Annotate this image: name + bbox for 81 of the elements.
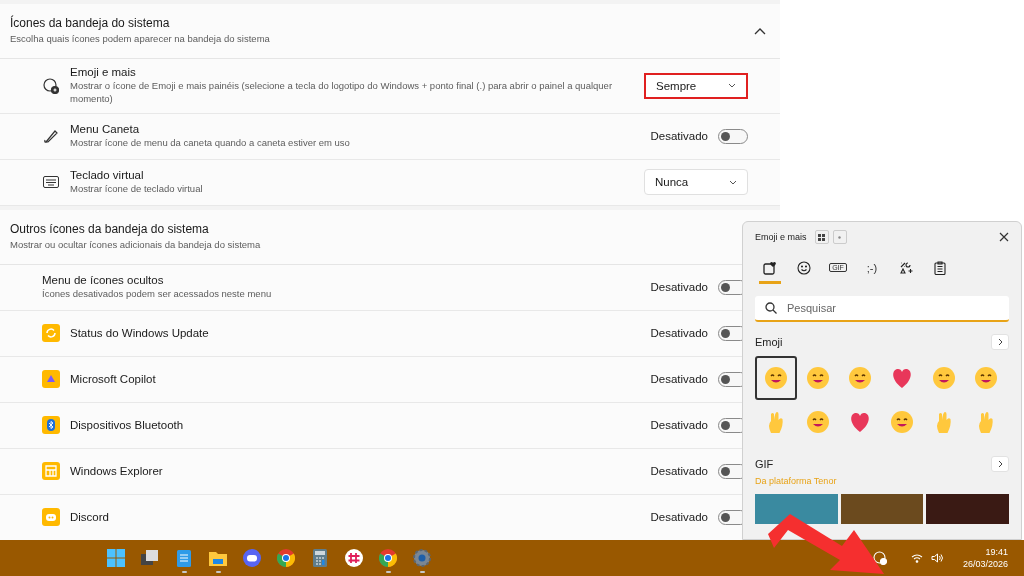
stacked-windows-icon[interactable] [141, 550, 159, 566]
browser-icon[interactable] [277, 549, 295, 567]
smiling-face-icon [764, 366, 788, 390]
wifi-icon[interactable] [910, 553, 923, 563]
keyboard-icon [43, 176, 59, 189]
setting-title: Windows Explorer [70, 465, 164, 478]
dropdown[interactable]: Sempre [644, 72, 748, 99]
search-field[interactable]: Pesquisar [755, 296, 1009, 322]
windows-start-icon[interactable] [107, 549, 125, 567]
panel-title: Emoji e mais [755, 232, 807, 242]
section-title: Ícones da bandeja do sistema [10, 16, 171, 30]
setting-title: Menu Caneta [70, 122, 141, 135]
search-input[interactable]: Pesquisar [785, 301, 999, 315]
notepad-icon[interactable] [177, 549, 191, 567]
setting-title: Teclado virtual [70, 168, 145, 181]
smiling-face-icon [974, 366, 998, 390]
close-button[interactable] [999, 232, 1009, 242]
chevron-up-icon[interactable] [754, 26, 766, 35]
section-subtitle: Mostrar ou ocultar ícones adicionais da bandeja do sistema [10, 238, 261, 252]
chat-bubble-icon[interactable] [243, 549, 261, 567]
copilot-icon [42, 370, 60, 389]
setting-title: Emoji e mais [70, 66, 137, 78]
hand-icon [934, 410, 954, 434]
smiling-face-icon [806, 410, 830, 434]
browser-icon[interactable] [379, 549, 397, 567]
heart-note-icon [763, 260, 777, 275]
setting-title: Discord [70, 511, 110, 524]
toggle-switch[interactable] [718, 128, 748, 144]
smiling-face-icon [890, 410, 914, 434]
toggle-status: Desativado [650, 327, 708, 340]
clipboard-icon [934, 260, 946, 275]
heart-icon [848, 411, 872, 433]
setting-description: Mostrar o ícone de Emoji e mais painéis (selecione a tecla do logotipo do Windows + ponto final (.) para abrir o painel a qualquer momento) [70, 80, 614, 106]
chevron-right-icon [997, 460, 1003, 468]
heart-icon [890, 367, 914, 389]
symbols-icon [899, 260, 913, 275]
setting-title: Menu de ícones ocultos [42, 273, 165, 286]
dropdown[interactable]: Nunca [644, 169, 748, 196]
folder-icon[interactable] [209, 550, 227, 566]
section-heading: Emoji [755, 336, 783, 348]
clock-time[interactable]: 19:41 [985, 547, 1008, 557]
hand-icon [766, 410, 786, 434]
explorer-icon [42, 462, 60, 481]
setting-description: Ícones desativados podem ser acessados neste menu [42, 287, 273, 301]
clock-date[interactable]: 26/03/2026 [962, 559, 1008, 569]
setting-description: Mostrar ícone de teclado virtual [70, 182, 204, 196]
section-subtitle: Escolha quais ícones podem aparecer na bandeja do sistema [10, 33, 270, 46]
speaker-icon[interactable] [930, 553, 943, 563]
setting-title: Microsoft Copilot [70, 373, 157, 386]
gif-thumbnail[interactable] [926, 494, 1009, 524]
emoji-cell[interactable] [755, 356, 797, 400]
setting-title: Dispositivos Bluetooth [70, 419, 185, 432]
section-heading: GIF [755, 458, 774, 470]
chevron-down-icon [729, 179, 737, 185]
smiling-face-icon [848, 366, 872, 390]
chevron-down-icon [728, 83, 736, 89]
toggle-status: Desativado [650, 281, 708, 294]
calculator-icon[interactable] [313, 549, 327, 567]
smiley-icon [797, 260, 811, 275]
toggle-status: Desativado [650, 419, 708, 432]
setting-description: Mostrar ícone de menu da caneta quando a caneta estiver em uso [70, 136, 351, 150]
pen-icon [43, 128, 59, 145]
toggle-status: Desativado [650, 373, 708, 386]
smiling-face-icon [932, 366, 956, 390]
discord-icon [42, 508, 60, 527]
gif-thumbnail[interactable] [840, 494, 924, 524]
bluetooth-icon [42, 416, 60, 435]
section-title: Outros ícones da bandeja do sistema [10, 221, 210, 236]
setting-title: Status do Windows Update [70, 327, 210, 340]
hand-icon [976, 410, 996, 434]
chevron-right-icon [997, 338, 1003, 346]
gif-thumbnail[interactable] [755, 494, 838, 524]
toggle-status: Desativado [650, 465, 708, 478]
search-icon [765, 302, 777, 314]
smiling-face-icon [806, 366, 830, 390]
toggle-status: Desativado [650, 130, 708, 143]
layout-grid-icon[interactable] [814, 230, 829, 244]
update-icon [42, 324, 60, 343]
hashtag-icon[interactable] [345, 549, 363, 567]
panel-tab[interactable]: ;-) [861, 258, 883, 284]
toggle-status: Desativado [650, 511, 708, 524]
